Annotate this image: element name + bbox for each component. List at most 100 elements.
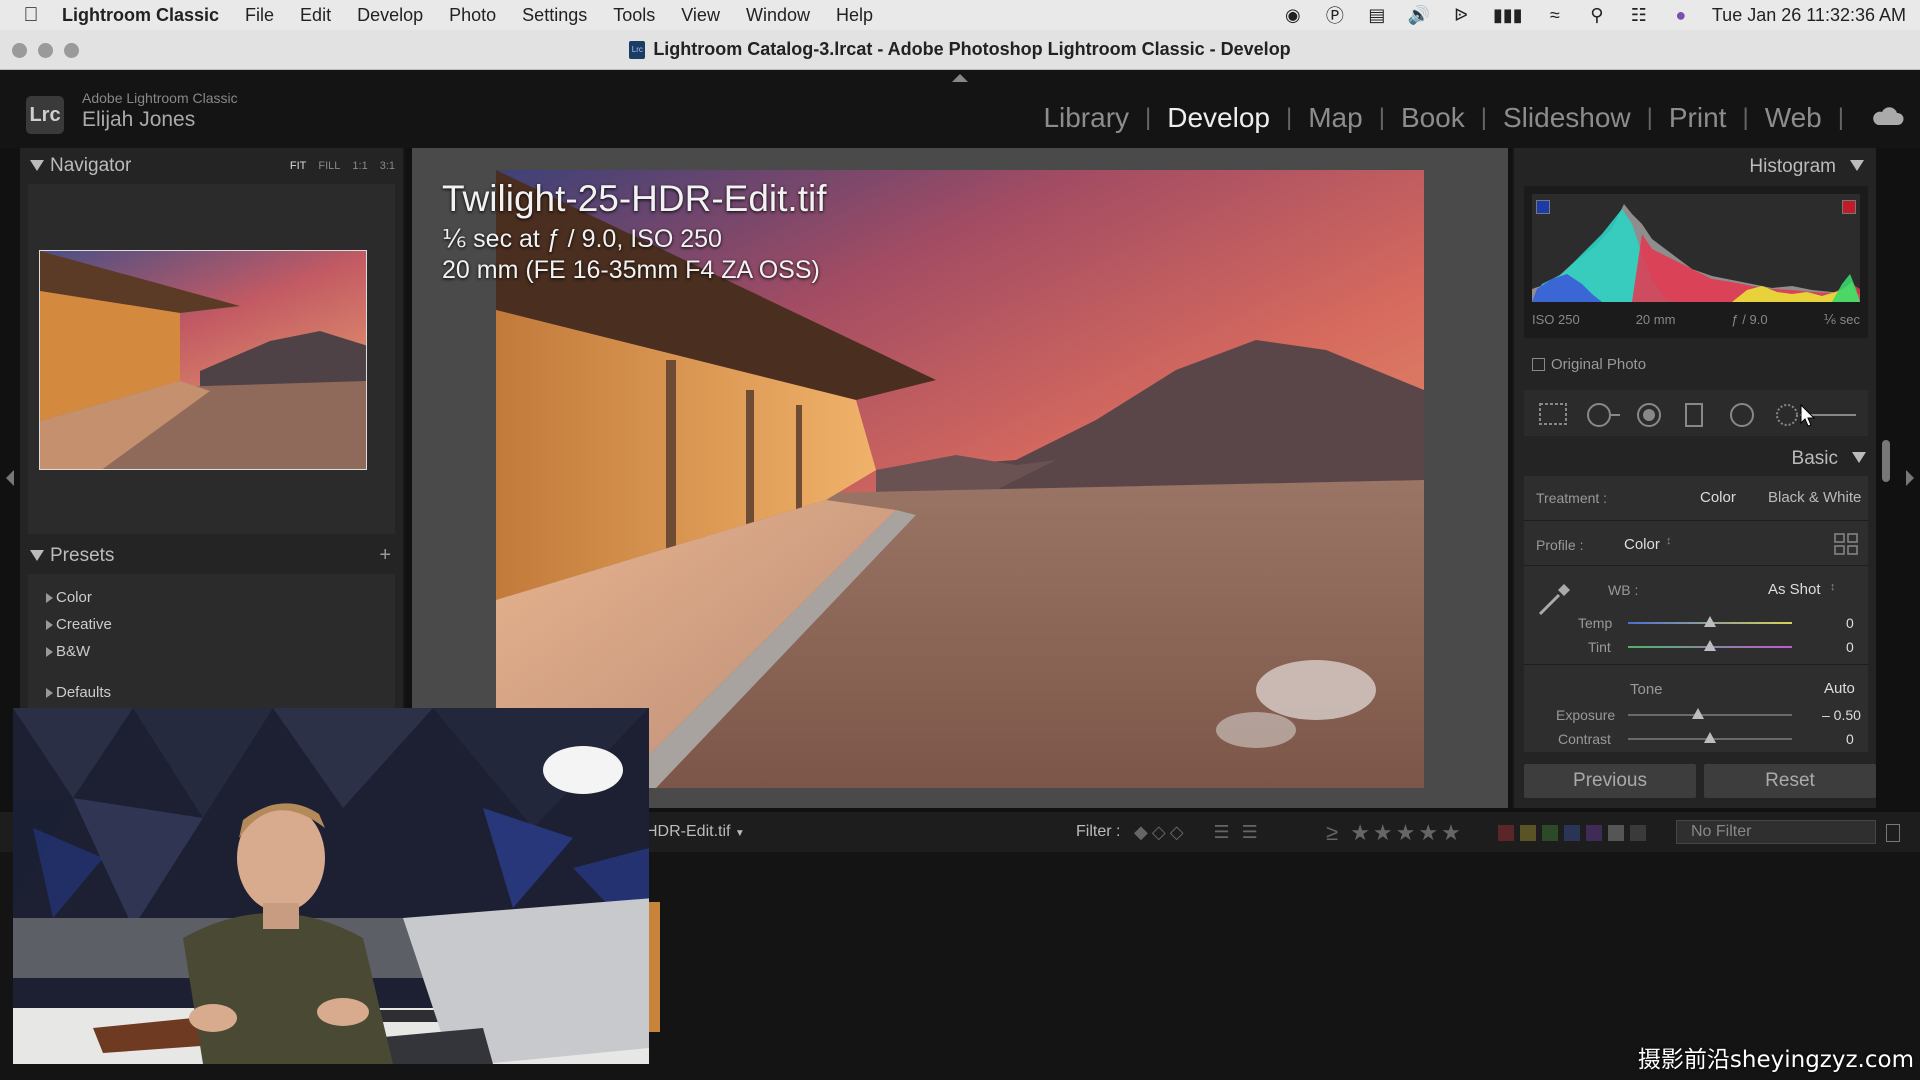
rating-filter[interactable]: ≥ ★★★★★: [1326, 820, 1464, 846]
flag-rejected-icon[interactable]: ◇: [1170, 822, 1184, 843]
right-panel-toggle-icon[interactable]: [1906, 470, 1914, 486]
highlight-clipping-toggle[interactable]: [1842, 200, 1856, 214]
menu-edit[interactable]: Edit: [300, 5, 331, 26]
left-panel-toggle-icon[interactable]: [6, 470, 14, 486]
contrast-value[interactable]: 0: [1846, 731, 1854, 747]
original-photo-checkbox[interactable]: [1532, 358, 1545, 371]
preset-group-creative[interactable]: Creative: [28, 611, 395, 638]
presets-header[interactable]: Presets +: [20, 538, 403, 574]
module-slideshow[interactable]: Slideshow: [1487, 102, 1647, 134]
filmstrip-thumbnail[interactable]: [648, 902, 660, 1032]
shadow-clipping-toggle[interactable]: [1536, 200, 1550, 214]
add-preset-button[interactable]: +: [379, 544, 391, 567]
right-panel-scrollbar[interactable]: [1882, 440, 1890, 482]
basic-header[interactable]: Basic: [1514, 440, 1878, 476]
preset-group-color[interactable]: Color: [28, 584, 395, 611]
module-print[interactable]: Print: [1653, 102, 1743, 134]
color-label-blue[interactable]: [1564, 825, 1580, 841]
treatment-color-option[interactable]: Color: [1700, 489, 1736, 506]
wb-dropdown[interactable]: As Shot: [1768, 581, 1821, 598]
menu-view[interactable]: View: [681, 5, 720, 26]
spotlight-search-icon[interactable]: ⚲: [1586, 5, 1608, 26]
previous-button[interactable]: Previous: [1524, 764, 1696, 798]
histogram-focal: 20 mm: [1635, 312, 1676, 327]
adjustment-brush-icon[interactable]: [1774, 402, 1858, 428]
radial-filter-icon[interactable]: [1728, 402, 1756, 428]
temp-slider-thumb[interactable]: [1704, 616, 1716, 627]
siri-icon[interactable]: ●: [1670, 5, 1692, 26]
flag-pick-icon[interactable]: ◆: [1134, 822, 1148, 843]
filter-lock-icon[interactable]: [1886, 824, 1900, 842]
menu-settings[interactable]: Settings: [522, 5, 587, 26]
star-rating-icons[interactable]: ★★★★★: [1350, 820, 1464, 845]
navigator-header[interactable]: Navigator FIT FILL 1:1 3:1: [20, 148, 403, 184]
b-app-icon[interactable]: Ⓟ: [1324, 2, 1346, 28]
profile-dropdown[interactable]: Color: [1624, 536, 1660, 553]
zoom-window-button[interactable]: [64, 43, 79, 58]
module-web[interactable]: Web: [1749, 102, 1838, 134]
display-icon[interactable]: ▤: [1366, 5, 1388, 26]
reset-button[interactable]: Reset: [1704, 764, 1876, 798]
cloud-icon[interactable]: [1872, 106, 1904, 126]
minimize-window-button[interactable]: [38, 43, 53, 58]
filter-preset-dropdown[interactable]: No Filter: [1676, 820, 1876, 844]
treatment-bw-option[interactable]: Black & White: [1768, 489, 1861, 506]
tone-auto-button[interactable]: Auto: [1824, 680, 1855, 697]
color-label-green[interactable]: [1542, 825, 1558, 841]
profile-browser-icon[interactable]: [1834, 533, 1858, 555]
color-label-red[interactable]: [1498, 825, 1514, 841]
unedited-filter-icon[interactable]: ☰: [1242, 822, 1258, 843]
exposure-slider-thumb[interactable]: [1692, 708, 1704, 719]
top-panel-toggle-icon[interactable]: [952, 74, 968, 82]
module-map[interactable]: Map: [1292, 102, 1378, 134]
apple-icon[interactable]: : [0, 4, 62, 27]
white-balance-eyedropper-icon[interactable]: [1534, 580, 1574, 620]
histogram-header[interactable]: Histogram: [1514, 148, 1876, 184]
menu-window[interactable]: Window: [746, 5, 810, 26]
color-label-yellow[interactable]: [1520, 825, 1536, 841]
exposure-slider-track[interactable]: [1628, 714, 1792, 716]
menu-clock[interactable]: Tue Jan 26 11:32:36 AM: [1712, 5, 1906, 26]
zoom-fill[interactable]: FILL: [318, 160, 340, 172]
preset-group-defaults[interactable]: Defaults: [28, 679, 395, 706]
histogram-graph[interactable]: [1532, 194, 1860, 302]
zoom-3-1[interactable]: 3:1: [380, 160, 395, 172]
module-develop[interactable]: Develop: [1151, 102, 1286, 134]
volume-icon[interactable]: 🔊: [1408, 5, 1430, 26]
control-center-icon[interactable]: ☷: [1628, 5, 1650, 26]
color-label-none[interactable]: [1630, 825, 1646, 841]
filmstrip-source[interactable]: HDR-Edit.tif ▼: [646, 823, 745, 841]
preset-group-bw[interactable]: B&W: [28, 638, 395, 665]
close-window-button[interactable]: [12, 43, 27, 58]
rating-comparison[interactable]: ≥: [1326, 820, 1341, 845]
flag-unflagged-icon[interactable]: ◇: [1152, 822, 1166, 843]
graduated-filter-icon[interactable]: [1684, 402, 1704, 428]
spot-removal-icon[interactable]: [1586, 402, 1622, 428]
bluetooth-icon[interactable]: ᐉ: [1450, 5, 1472, 26]
module-book[interactable]: Book: [1385, 102, 1481, 134]
menu-develop[interactable]: Develop: [357, 5, 423, 26]
zoom-fit[interactable]: FIT: [290, 160, 307, 172]
battery-icon[interactable]: ▮▮▮: [1492, 5, 1524, 26]
menu-file[interactable]: File: [245, 5, 274, 26]
tint-value[interactable]: 0: [1846, 639, 1854, 655]
color-label-purple[interactable]: [1586, 825, 1602, 841]
navigator-thumbnail[interactable]: [39, 250, 367, 470]
zoom-1-1[interactable]: 1:1: [352, 160, 367, 172]
menu-photo[interactable]: Photo: [449, 5, 496, 26]
menu-help[interactable]: Help: [836, 5, 873, 26]
record-icon[interactable]: ◉: [1282, 5, 1304, 26]
contrast-slider-thumb[interactable]: [1704, 732, 1716, 743]
module-library[interactable]: Library: [1027, 102, 1145, 134]
crop-overlay-icon[interactable]: [1538, 402, 1568, 426]
original-photo-toggle[interactable]: Original Photo: [1532, 356, 1646, 373]
red-eye-icon[interactable]: [1636, 402, 1662, 428]
edited-filter-icon[interactable]: ☰: [1214, 822, 1230, 843]
temp-value[interactable]: 0: [1846, 615, 1854, 631]
wifi-icon[interactable]: ≈: [1544, 5, 1566, 26]
menu-app-name[interactable]: Lightroom Classic: [62, 5, 219, 26]
exposure-value[interactable]: – 0.50: [1822, 707, 1861, 723]
menu-tools[interactable]: Tools: [613, 5, 655, 26]
color-label-custom[interactable]: [1608, 825, 1624, 841]
tint-slider-thumb[interactable]: [1704, 640, 1716, 651]
